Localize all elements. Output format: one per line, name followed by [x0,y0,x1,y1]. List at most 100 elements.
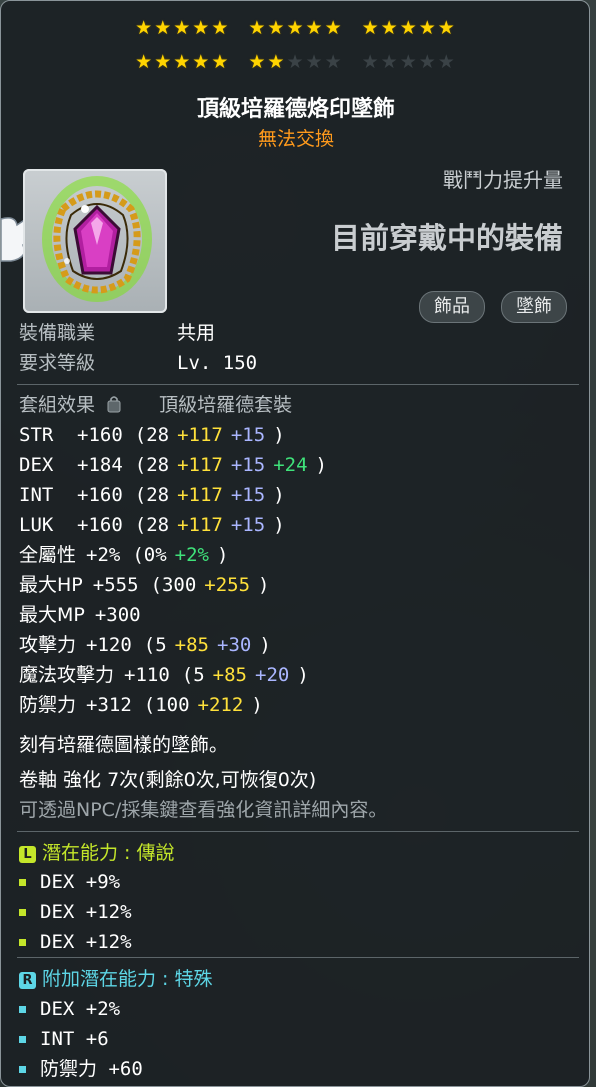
stat-close: ) [297,664,309,686]
stat-flame-bonus: +117 [177,454,223,476]
stat-name: 魔法攻擊力 [19,664,115,686]
rare-badge: R [19,972,36,989]
bullet-icon [19,1036,26,1043]
star-filled-icon: ★ [324,17,344,39]
lock-icon [107,396,121,413]
potential-line: DEX +2% [19,997,120,1021]
star-empty-icon: ★ [305,51,325,73]
stat-base: (5 [143,634,167,656]
star-force-row-1: ★★★★★ ★★★★★ ★★★★★ [1,17,591,39]
stat-row: INT +160 (28 +117 +15) [19,483,285,507]
stat-total: +555 [92,574,139,596]
stat-name: LUK [19,514,54,536]
star-empty-icon: ★ [437,51,457,73]
stat-flame-bonus: +117 [177,424,223,446]
star-filled-icon: ★ [248,17,268,39]
stat-row: DEX +184 (28 +117 +15 +24) [19,453,327,477]
category-tag-accessory: 飾品 [419,291,485,323]
stat-total: +184 [77,454,123,476]
stat-name: INT [19,484,54,506]
item-icon-frame [23,169,167,313]
set-effect: 套組效果 頂級培羅德套裝 [19,393,292,417]
star-filled-icon: ★ [418,17,438,39]
potential-line-text: DEX +12% [40,931,132,953]
bullet-icon [19,879,26,886]
potential-line-text: DEX +12% [40,901,132,923]
star-group: ★★★★★ [248,17,343,39]
stat-flame-bonus: +85 [174,634,209,656]
stat-row: 最大MP +300 [19,603,153,627]
legendary-badge: L [19,846,36,863]
stat-close: ) [273,484,285,506]
star-group: ★★★★★ [135,17,230,39]
level-value: Lv. 150 [177,352,258,374]
trade-status: 無法交換 [257,128,334,150]
star-filled-icon: ★ [154,51,174,73]
stat-base: (28 [134,424,170,446]
stat-close: ) [315,454,327,476]
stat-row: 攻擊力 +120 (5 +85 +30) [19,633,271,657]
stat-close: ) [258,574,270,596]
stat-total: +300 [94,604,141,626]
stat-close: ) [259,634,271,656]
stat-extra-bonus: +24 [273,454,308,476]
star-filled-icon: ★ [135,17,155,39]
potential-line: INT +6 [19,1027,109,1051]
stat-flame-bonus: +117 [177,484,223,506]
stat-total: +160 [77,484,123,506]
scroll-hint: 可透過NPC/採集鍵查看強化資訊詳細內容。 [19,799,388,821]
star-filled-icon: ★ [154,17,174,39]
stat-close: ) [273,424,285,446]
stat-base: (28 [134,514,170,536]
star-empty-icon: ★ [380,51,400,73]
stat-base: (28 [134,454,170,476]
bullet-icon [19,939,26,946]
star-filled-icon: ★ [173,51,193,73]
stat-enhance-bonus: +15 [230,424,266,446]
potential-line-text: DEX +2% [40,998,121,1020]
star-empty-icon: ★ [418,51,438,73]
stat-total: +120 [86,634,132,656]
stat-name: DEX [19,454,54,476]
potential-line-text: DEX +9% [40,871,121,893]
divider [17,831,579,832]
potential-line: DEX +9% [19,870,120,894]
stat-enhance-bonus: +20 [255,664,290,686]
star-filled-icon: ★ [399,17,419,39]
stat-base: (28 [134,484,170,506]
stat-base: (100 [143,694,190,716]
star-group: ★★★★★ [248,51,343,73]
item-name: 頂級培羅德烙印墜飾 [196,97,395,122]
star-filled-icon: ★ [192,51,212,73]
item-description: 刻有培羅德圖樣的墜飾。 [19,734,229,756]
star-filled-icon: ★ [192,17,212,39]
star-filled-icon: ★ [267,17,287,39]
stat-row: 魔法攻擊力 +110 (5 +85 +20) [19,663,309,687]
equipped-status: 目前穿戴中的裝備 [330,221,563,255]
stat-extra-bonus: +2% [174,544,209,566]
stat-flame-bonus: +212 [197,694,244,716]
potential-line: 防禦力 +60 [19,1057,143,1081]
stat-name: STR [19,424,54,446]
stat-flame-bonus: +117 [177,514,223,536]
star-empty-icon: ★ [286,51,306,73]
stat-base: (300 [150,574,197,596]
stat-name: 最大MP [19,604,85,626]
bullet-icon [19,1066,26,1073]
star-filled-icon: ★ [248,51,268,73]
stat-total: +160 [77,424,123,446]
star-filled-icon: ★ [173,17,193,39]
potential-label: 潛在能力 : 傳說 [42,842,175,864]
star-filled-icon: ★ [267,51,287,73]
set-label: 套組效果 [19,394,96,416]
star-empty-icon: ★ [324,51,344,73]
job-requirement: 裝備職業 共用 [19,321,215,345]
stat-close: ) [273,514,285,536]
star-filled-icon: ★ [135,51,155,73]
stat-row: 防禦力 +312 (100 +212) [19,693,263,717]
stat-enhance-bonus: +15 [230,454,266,476]
divider [17,957,579,958]
stat-enhance-bonus: +30 [217,634,252,656]
star-empty-icon: ★ [399,51,419,73]
stat-row: 最大HP +555 (300 +255) [19,573,270,597]
